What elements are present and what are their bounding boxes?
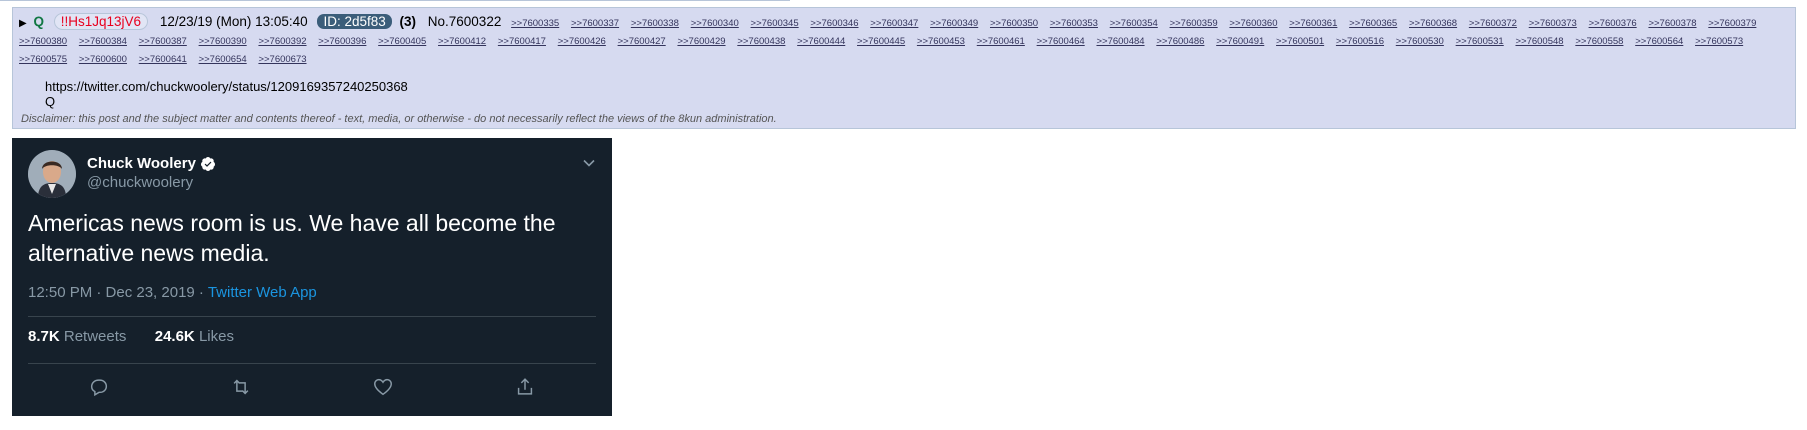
disclaimer: Disclaimer: this post and the subject ma… [21, 113, 777, 125]
poster-id-count: (3) [399, 14, 417, 29]
backlink[interactable]: >>7600426 [558, 36, 606, 47]
backlink[interactable]: >>7600438 [737, 36, 785, 47]
tweet-actions [28, 376, 596, 398]
backlink[interactable]: >>7600360 [1229, 18, 1277, 29]
backlink[interactable]: >>7600347 [870, 18, 918, 29]
backlink[interactable]: >>7600429 [677, 36, 725, 47]
backlink[interactable]: >>7600444 [797, 36, 845, 47]
backlink[interactable]: >>7600338 [631, 18, 679, 29]
backlink[interactable]: >>7600378 [1648, 18, 1696, 29]
verified-badge-icon [200, 156, 215, 171]
backlink[interactable]: >>7600387 [139, 36, 187, 47]
backlink[interactable]: >>7600573 [1695, 36, 1743, 47]
backlink[interactable]: >>7600380 [19, 36, 67, 47]
backlink[interactable]: >>7600376 [1589, 18, 1637, 29]
likes-stat[interactable]: 24.6K Likes [155, 328, 234, 345]
backlink[interactable]: >>7600531 [1456, 36, 1504, 47]
backlink[interactable]: >>7600564 [1635, 36, 1683, 47]
avatar[interactable] [28, 150, 76, 198]
backlink[interactable]: >>7600530 [1396, 36, 1444, 47]
top-divider [0, 0, 790, 1]
backlink[interactable]: >>7600396 [318, 36, 366, 47]
retweets-stat[interactable]: 8.7K Retweets [28, 328, 126, 345]
backlink[interactable]: >>7600340 [691, 18, 739, 29]
tweet-embed: Chuck Woolery @chuckwoolery Americas new… [12, 138, 612, 416]
collapse-arrow-icon[interactable]: ▶ [19, 18, 27, 29]
post-body: https://twitter.com/chuckwoolery/status/… [45, 79, 408, 109]
post-body-link: https://twitter.com/chuckwoolery/status/… [45, 79, 408, 94]
backlink[interactable]: >>7600353 [1050, 18, 1098, 29]
retweet-icon[interactable] [230, 376, 252, 398]
backlink[interactable]: >>7600350 [990, 18, 1038, 29]
backlink[interactable]: >>7600641 [139, 54, 187, 65]
tweet-source-link[interactable]: Twitter Web App [208, 284, 317, 301]
backlink[interactable]: >>7600445 [857, 36, 905, 47]
backlink[interactable]: >>7600484 [1096, 36, 1144, 47]
poster-id-badge[interactable]: ID: 2d5f83 [317, 14, 392, 29]
retweets-label: Retweets [63, 328, 127, 345]
backlink[interactable]: >>7600372 [1469, 18, 1517, 29]
share-icon[interactable] [514, 376, 536, 398]
poster-name: Q [33, 14, 44, 29]
post-header-line: ▶ Q !!Hs1Jq13jV6 12/23/19 (Mon) 13:05:40… [19, 13, 1789, 68]
backlink[interactable]: >>7600453 [917, 36, 965, 47]
backlink[interactable]: >>7600345 [751, 18, 799, 29]
backlink[interactable]: >>7600365 [1349, 18, 1397, 29]
backlink[interactable]: >>7600349 [930, 18, 978, 29]
likes-label: Likes [198, 328, 234, 345]
backlink[interactable]: >>7600486 [1156, 36, 1204, 47]
backlink[interactable]: >>7600412 [438, 36, 486, 47]
post-body-signature: Q [45, 94, 56, 109]
divider [28, 316, 596, 317]
backlink[interactable]: >>7600417 [498, 36, 546, 47]
backlink[interactable]: >>7600558 [1575, 36, 1623, 47]
backlink[interactable]: >>7600354 [1110, 18, 1158, 29]
post-date: 12/23/19 (Mon) 13:05:40 [159, 14, 308, 29]
author-handle[interactable]: @chuckwoolery [87, 174, 193, 191]
chevron-down-icon[interactable] [582, 156, 596, 170]
author-name[interactable]: Chuck Woolery [87, 155, 216, 172]
reply-icon[interactable] [88, 376, 110, 398]
backlink[interactable]: >>7600600 [79, 54, 127, 65]
post-number[interactable]: No.7600322 [428, 14, 502, 29]
heart-icon[interactable] [372, 376, 394, 398]
backlink[interactable]: >>7600575 [19, 54, 67, 65]
backlink[interactable]: >>7600368 [1409, 18, 1457, 29]
retweets-count: 8.7K [28, 328, 60, 345]
tweet-text: Americas news room is us. We have all be… [28, 210, 556, 266]
author-name-text: Chuck Woolery [87, 155, 196, 172]
backlink[interactable]: >>7600654 [199, 54, 247, 65]
tripcode[interactable]: !!Hs1Jq13jV6 [53, 13, 149, 30]
backlink[interactable]: >>7600548 [1515, 36, 1563, 47]
backlink[interactable]: >>7600392 [258, 36, 306, 47]
backlink[interactable]: >>7600491 [1216, 36, 1264, 47]
backlink[interactable]: >>7600335 [511, 18, 559, 29]
likes-count: 24.6K [154, 328, 195, 345]
backlink[interactable]: >>7600461 [977, 36, 1025, 47]
backlink[interactable]: >>7600373 [1529, 18, 1577, 29]
backlink[interactable]: >>7600390 [199, 36, 247, 47]
backlink[interactable]: >>7600346 [810, 18, 858, 29]
backlink[interactable]: >>7600516 [1336, 36, 1384, 47]
backlink[interactable]: >>7600427 [618, 36, 666, 47]
tweet-meta: 12:50 PM · Dec 23, 2019 · Twitter Web Ap… [28, 284, 317, 301]
backlink[interactable]: >>7600361 [1289, 18, 1337, 29]
post-header: ▶ Q !!Hs1Jq13jV6 12/23/19 (Mon) 13:05:40… [19, 13, 1789, 68]
backlink[interactable]: >>7600464 [1037, 36, 1085, 47]
backlink[interactable]: >>7600337 [571, 18, 619, 29]
backlink[interactable]: >>7600673 [258, 54, 306, 65]
backlink[interactable]: >>7600384 [79, 36, 127, 47]
tweet-timestamp[interactable]: 12:50 PM · Dec 23, 2019 · [28, 284, 208, 301]
backlink[interactable]: >>7600359 [1170, 18, 1218, 29]
tweet-stats: 8.7K Retweets 24.6K Likes [28, 328, 234, 345]
post-container: ▶ Q !!Hs1Jq13jV6 12/23/19 (Mon) 13:05:40… [12, 7, 1796, 129]
backlink[interactable]: >>7600379 [1708, 18, 1756, 29]
backlink[interactable]: >>7600405 [378, 36, 426, 47]
divider [28, 363, 596, 364]
backlink[interactable]: >>7600501 [1276, 36, 1324, 47]
